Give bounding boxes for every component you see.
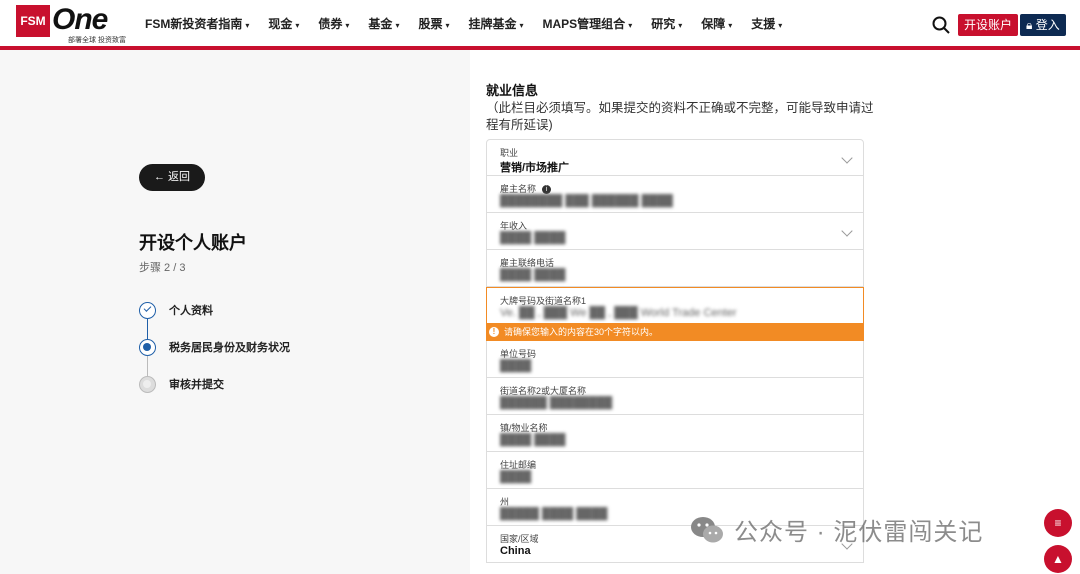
warning-icon: ! xyxy=(489,327,499,337)
open-account-button[interactable]: 开设账户 xyxy=(958,14,1019,36)
nav-item-maps[interactable]: MAPS管理组合 ▾ xyxy=(543,15,633,32)
nav-item-funds[interactable]: 基金 ▾ xyxy=(368,15,399,32)
arrow-left-icon: ← xyxy=(153,171,165,183)
logo-fsm-mark: FSM xyxy=(16,5,50,37)
pending-step-icon xyxy=(139,375,156,393)
nav-item-etfs[interactable]: 挂牌基金 ▾ xyxy=(468,15,523,32)
nav-item-cash[interactable]: 现金 ▾ xyxy=(268,15,299,32)
nav-item-research[interactable]: 研究 ▾ xyxy=(651,15,682,32)
section-title: 就业信息 xyxy=(486,83,539,98)
main-nav: FSM新投资者指南 ▾ 现金 ▾ 债券 ▾ 基金 ▾ 股票 ▾ 挂牌基金 ▾ MAPS管理组… xyxy=(145,0,801,46)
step-connector xyxy=(147,356,148,376)
left-panel xyxy=(0,50,470,574)
nav-item-insurance[interactable]: 保障 ▾ xyxy=(701,15,732,32)
login-button[interactable]: 🔒︎ 登入 xyxy=(1020,14,1066,36)
lock-icon: 🔒︎ xyxy=(1026,18,1036,32)
postal-code-field[interactable]: 住址邮编 ████ xyxy=(486,452,864,489)
scroll-top-icon[interactable]: ▲ xyxy=(1044,545,1072,573)
step-tax-residency[interactable]: 税务居民身份及财务状况 xyxy=(139,337,290,357)
step-indicator: 步骤 2 / 3 xyxy=(139,262,186,274)
nav-item-stocks[interactable]: 股票 ▾ xyxy=(418,15,449,32)
chevron-down-icon xyxy=(841,225,853,237)
back-button[interactable]: ← 返回 xyxy=(139,164,205,191)
info-icon[interactable]: i xyxy=(542,185,552,195)
check-icon xyxy=(139,301,156,319)
chevron-down-icon xyxy=(841,152,853,164)
employer-phone-field[interactable]: 雇主联络电话 ████ ████ xyxy=(486,250,864,287)
header: FSM One 部署全球 投资致富 FSM新投资者指南 ▾ 现金 ▾ 债券 ▾ 基金 ▾… xyxy=(0,0,1080,50)
street-address-2-field[interactable]: 街道名称2或大厦名称 ██████ ████████ xyxy=(486,378,864,415)
active-step-icon xyxy=(139,338,156,356)
nav-item-support[interactable]: 支援 ▾ xyxy=(751,15,782,32)
error-message: ! 请确保您输入的内容在30个字符以内。 xyxy=(486,324,864,341)
step-personal-info[interactable]: 个人资料 xyxy=(139,300,213,320)
annual-income-select[interactable]: 年收入 ████ ████ xyxy=(486,213,864,250)
fsm-one-logo[interactable]: FSM One 部署全球 投资致富 xyxy=(16,3,126,44)
logo-tagline: 部署全球 投资致富 xyxy=(68,37,126,44)
employment-form: 职业 营销/市场推广 雇主名称 i ████████ ███ ██████ ███… xyxy=(486,139,864,563)
street-address-1-field[interactable]: 大牌号码及街道名称1 Ve. ██ , ███ We ██ , ███ Worl… xyxy=(486,287,864,324)
employer-name-field[interactable]: 雇主名称 i ████████ ███ ██████ ████ xyxy=(486,176,864,213)
menu-icon[interactable]: ≡ xyxy=(1044,509,1072,537)
watermark-text: 公众号 · 泥伏雷闯关记 xyxy=(734,519,984,546)
town-field[interactable]: 镇/物业名称 ████ ████ xyxy=(486,415,864,452)
nav-item-new-investor-guide[interactable]: FSM新投资者指南 ▾ xyxy=(145,15,249,32)
occupation-select[interactable]: 职业 营销/市场推广 xyxy=(486,139,864,176)
logo-one-text: One xyxy=(52,3,108,36)
section-note: （此栏目必须填写。如果提交的资料不正确或不完整，可能导致申请过程有所延误) xyxy=(486,101,874,132)
nav-item-bonds[interactable]: 债券 ▾ xyxy=(318,15,349,32)
wechat-icon xyxy=(691,517,723,543)
search-icon[interactable] xyxy=(932,16,950,34)
step-connector xyxy=(147,319,148,339)
page-title: 开设个人账户 xyxy=(139,233,247,253)
step-review-submit[interactable]: 审核并提交 xyxy=(139,374,224,394)
unit-number-field[interactable]: 单位号码 ████ xyxy=(486,341,864,378)
